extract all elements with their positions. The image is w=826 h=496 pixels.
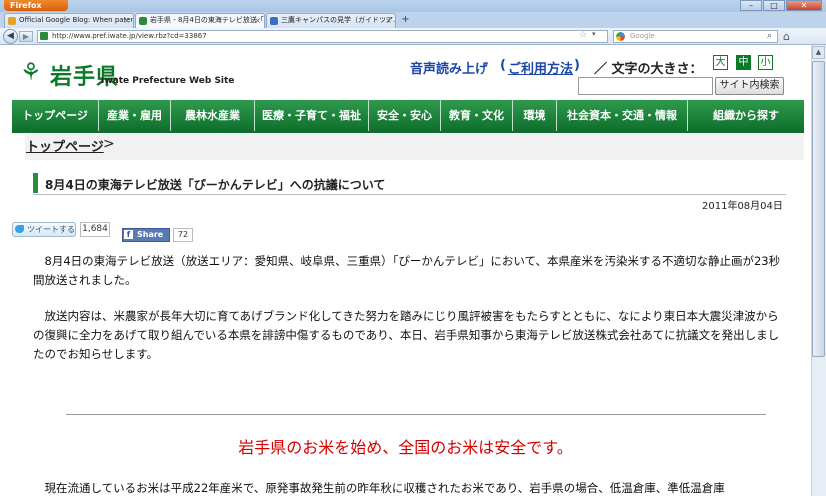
window-titlebar (0, 0, 826, 12)
tweet-count: 1,684 (80, 222, 110, 237)
firefox-menu-button[interactable]: Firefox (4, 0, 68, 11)
browser-search-input[interactable]: Google (613, 30, 778, 43)
article-paragraph-3: 現在流通しているお米は平成22年産米で、原発事故発生前の昨年秋に収穫されたお米で… (33, 481, 725, 495)
site-subtitle: Iwate Prefecture Web Site (101, 76, 235, 86)
article-paragraph-1: 8月4日の東海テレビ放送（放送エリア：愛知県、岐阜県、三重県）「ぴーかんテレビ」… (33, 254, 781, 287)
tab-mitaka[interactable]: 三鷹キャンパスの見学（ガイドツア... × (266, 13, 396, 28)
font-size-large-button[interactable]: 大 (713, 55, 728, 70)
url-input[interactable]: http://www.pref.iwate.jp/view.rbz?cd=338… (37, 30, 608, 43)
font-size-medium-button[interactable]: 中 (736, 55, 751, 70)
nav-infrastructure[interactable]: 社会資本・交通・情報 (557, 100, 688, 131)
tab-iwate[interactable]: 岩手県 - 8月4日の東海テレビ放送「... × (135, 13, 265, 28)
nav-medical-welfare[interactable]: 医療・子育て・福祉 (255, 100, 369, 131)
twitter-bird-icon (15, 225, 24, 233)
divider (66, 414, 766, 415)
maximize-icon[interactable]: □ (763, 0, 785, 11)
forward-button[interactable]: ▶ (19, 31, 33, 42)
back-button[interactable]: ◀ (3, 29, 18, 44)
nav-environment[interactable]: 環境 (513, 100, 557, 131)
tab-title: Official Google Blog: When paten... (19, 16, 134, 24)
close-icon[interactable]: ✕ (786, 0, 822, 11)
new-tab-button[interactable]: + (399, 14, 412, 26)
url-dropdown-icon[interactable]: ▾ (592, 30, 596, 38)
site-search-input[interactable] (578, 77, 713, 95)
tab-title: 三鷹キャンパスの見学（ガイドツア... (281, 16, 396, 24)
nav-agriculture[interactable]: 農林水産業 (171, 100, 255, 131)
paren-close: ) (574, 58, 580, 73)
window-controls: – □ ✕ (740, 0, 822, 11)
tab-close-icon[interactable]: × (385, 14, 392, 27)
nav-underline (12, 131, 804, 133)
iwate-favicon (139, 17, 147, 25)
tab-title: 岩手県 - 8月4日の東海テレビ放送「... (150, 16, 265, 24)
font-size-small-button[interactable]: 小 (758, 55, 773, 70)
breadcrumb-separator: > (103, 136, 115, 152)
scrollbar-thumb[interactable] (812, 61, 825, 357)
nav-education[interactable]: 教育・文化 (441, 100, 513, 131)
facebook-share-count: 72 (173, 228, 193, 242)
tab-close-icon[interactable]: × (123, 14, 130, 27)
facebook-icon: f (124, 230, 133, 239)
article-paragraph-2: 放送内容は、米農家が長年大切に育てあげブランド化してきた努力を踏みにじり風評被害… (33, 309, 780, 361)
paren-open: ( (500, 58, 506, 73)
global-nav: トップページ 産業・雇用 農林水産業 医療・子育て・福祉 安全・安心 教育・文化… (12, 100, 804, 131)
home-icon[interactable]: ⌂ (783, 30, 790, 43)
site-search-button[interactable]: サイト内検索 (715, 77, 784, 95)
blogger-icon (8, 17, 16, 25)
voice-usage-link[interactable]: ご利用方法 (508, 58, 573, 77)
voice-reading-link[interactable]: 音声読み上げ (410, 58, 488, 77)
bookmark-star-icon[interactable]: ☆ (579, 30, 587, 40)
search-go-icon[interactable]: ⌕ (767, 31, 772, 41)
tab-bar: Official Google Blog: When paten... × 岩手… (0, 12, 826, 28)
heading-accent-bar (33, 173, 38, 193)
font-size-label: ／ 文字の大きさ： (594, 62, 703, 77)
breadcrumb-home-link[interactable]: トップページ (26, 136, 104, 155)
google-search-icon[interactable] (616, 32, 625, 41)
web-page: ⚘ 岩手県 Iwate Prefecture Web Site 音声読み上げ (… (0, 45, 811, 496)
nav-industry[interactable]: 産業・雇用 (99, 100, 171, 131)
page-title: 8月4日の東海テレビ放送「ぴーかんテレビ」への抗議について (45, 178, 386, 192)
tab-google-blog[interactable]: Official Google Blog: When paten... × (4, 13, 134, 28)
scroll-up-icon[interactable]: ▲ (812, 46, 825, 59)
site-favicon (270, 17, 278, 25)
breadcrumb (25, 134, 804, 160)
nav-top-page[interactable]: トップページ (12, 100, 99, 131)
iwate-emblem-icon[interactable]: ⚘ (20, 60, 42, 84)
publish-date: 2011年08月04日 (702, 201, 783, 212)
tab-close-icon[interactable]: × (254, 14, 261, 27)
nav-organization[interactable]: 組織から探す (688, 100, 804, 131)
site-identity-icon[interactable] (40, 32, 48, 40)
nav-safety[interactable]: 安全・安心 (369, 100, 441, 131)
minimize-icon[interactable]: – (740, 0, 762, 11)
site-logo[interactable]: 岩手県 (50, 59, 119, 91)
rice-safety-message: 岩手県のお米を始め、全国のお米は安全です。 (238, 438, 573, 457)
